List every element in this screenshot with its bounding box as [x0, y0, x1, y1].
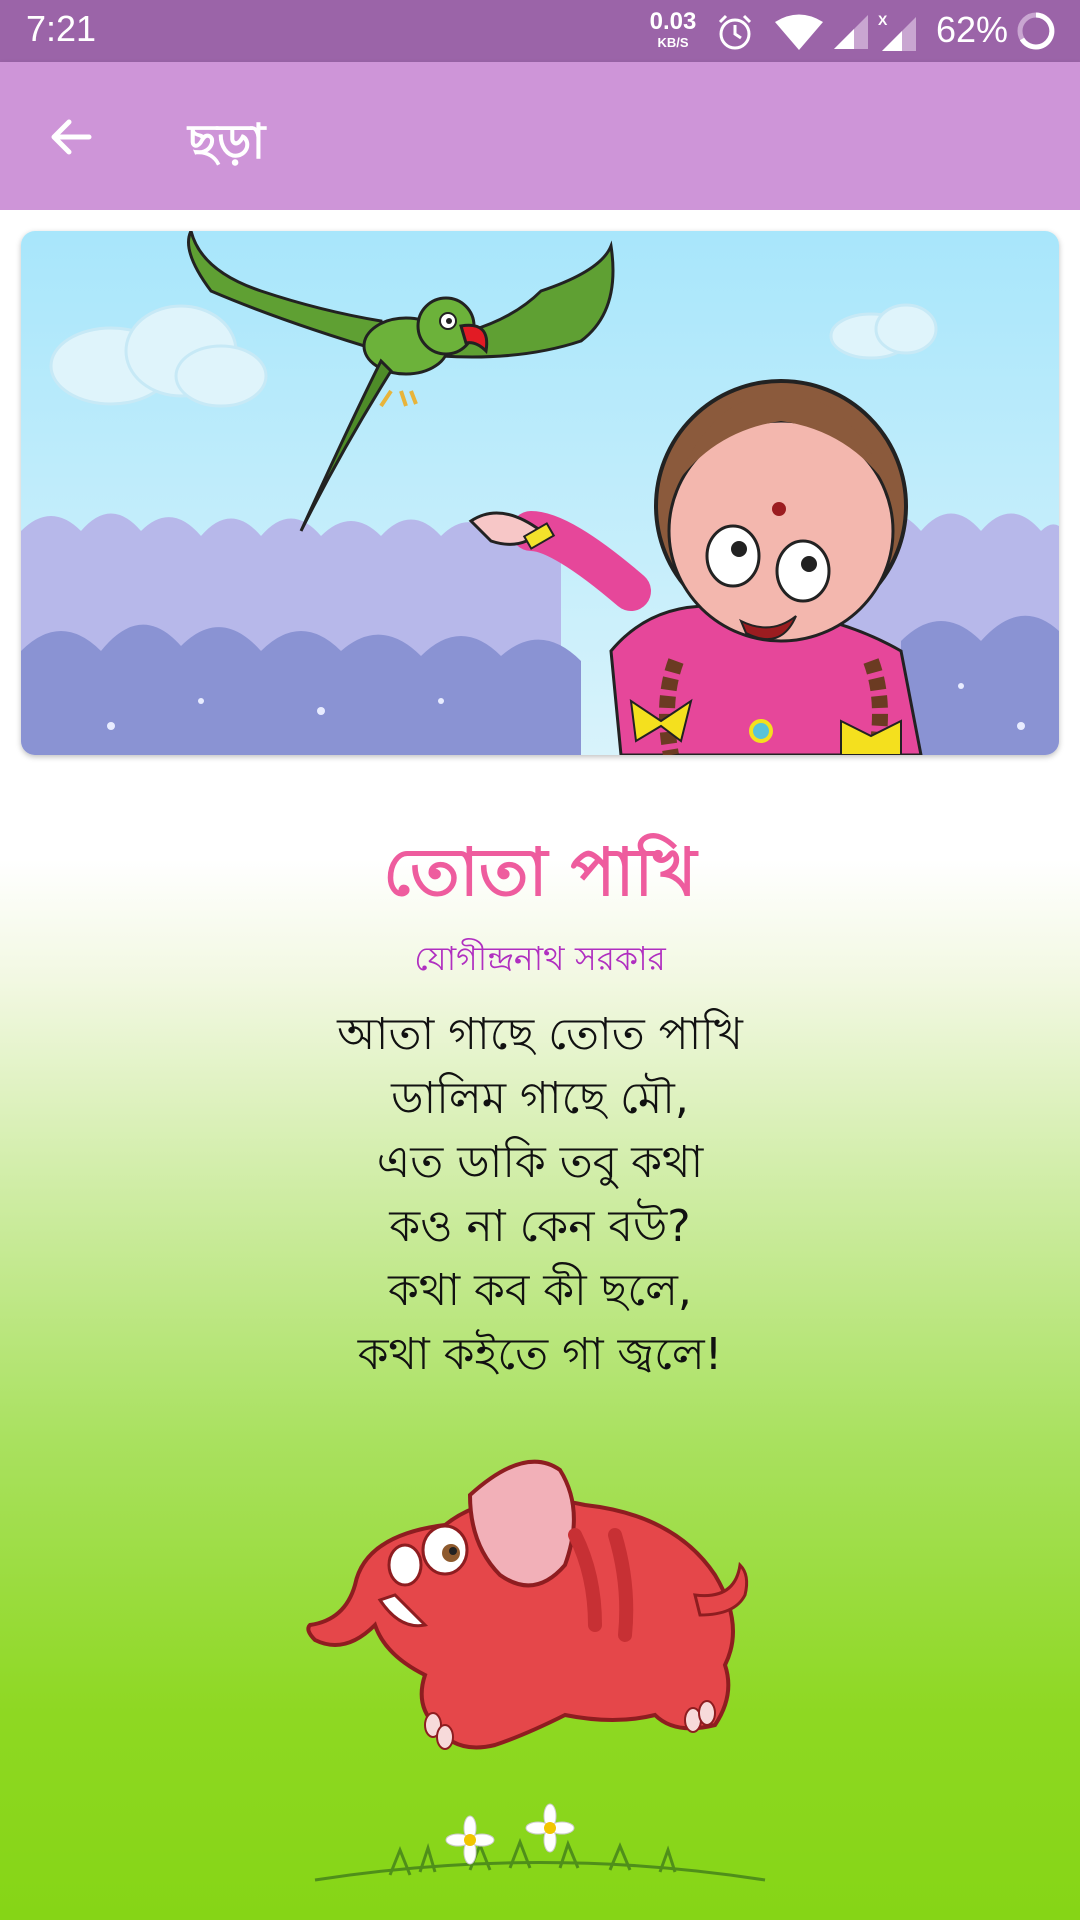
- poem-text: আতা গাছে তোত পাখি ডালিম গাছে মৌ, এত ডাকি…: [0, 1003, 1080, 1387]
- poem-line: ডালিম গাছে মৌ,: [391, 1073, 689, 1124]
- signal-x-icon: X: [878, 13, 916, 51]
- banner-image: [21, 231, 1059, 755]
- battery-icon: [1017, 12, 1055, 50]
- battery-percent: 62%: [936, 9, 1009, 50]
- wifi-icon: [775, 14, 823, 50]
- daisy-icon: [445, 1815, 495, 1865]
- arrow-back-icon: [51, 119, 92, 155]
- signal-icon: [834, 15, 868, 49]
- alarm-icon: [718, 14, 752, 50]
- app-bar-title: ছড়া: [188, 114, 266, 170]
- app-bar: ছড়া: [0, 62, 1080, 210]
- poem-line: কথা কব কী ছলে,: [388, 1265, 692, 1316]
- status-bar: 7:21 0.03 KB/S X 62%: [0, 0, 1080, 62]
- status-time: 7:21: [26, 8, 97, 49]
- svg-text:X: X: [878, 13, 888, 28]
- poem-author: যোগীন্দ্রনাথ সরকার: [414, 939, 666, 978]
- poem-line: এত ডাকি তবু কথা: [376, 1137, 704, 1188]
- poem-line: কথা কইতে গা জ্বলে!: [357, 1329, 723, 1380]
- grass-illustration: [314, 1803, 766, 1882]
- back-button[interactable]: [36, 102, 106, 172]
- poem-line: কও না কেন বউ?: [389, 1201, 691, 1252]
- poem-title: তোতা পাখি: [383, 834, 697, 911]
- network-speed-value: 0.03: [649, 8, 697, 35]
- network-speed: 0.03 KB/S: [648, 8, 698, 50]
- elephant-illustration: [306, 1459, 749, 1750]
- poem-line: আতা গাছে তোত পাখি: [337, 1009, 743, 1060]
- network-speed-unit: KB/S: [657, 35, 689, 50]
